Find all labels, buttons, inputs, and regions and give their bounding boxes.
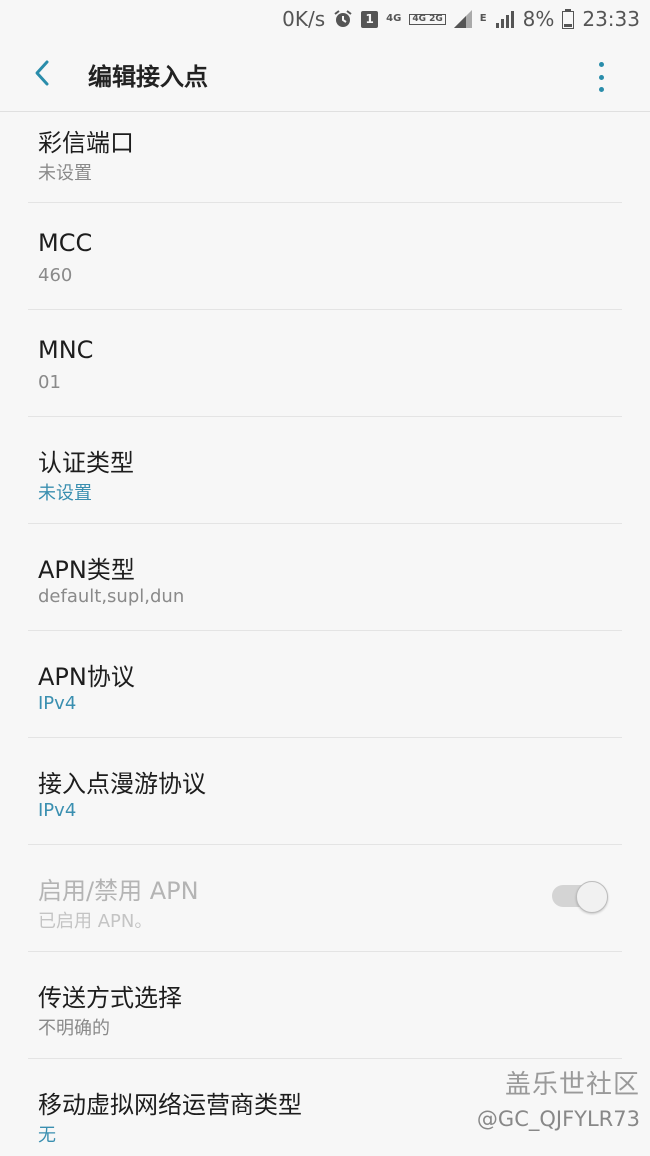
signal-icon-2 bbox=[495, 9, 515, 29]
watermark-logo: 盖乐世社区 bbox=[504, 1070, 640, 1100]
setting-value: 未设置 bbox=[38, 483, 92, 504]
setting-value: 无 bbox=[38, 1125, 56, 1146]
signal-icon bbox=[453, 10, 472, 28]
setting-value: 未设置 bbox=[38, 163, 92, 184]
setting-title: APN类型 bbox=[38, 556, 135, 584]
setting-value: 460 bbox=[38, 265, 73, 286]
setting-value: 01 bbox=[38, 372, 61, 393]
chevron-left-icon bbox=[32, 58, 52, 92]
status-bar: 0K/s 1 4G 4G 2G E 8% 23:33 bbox=[0, 0, 650, 38]
setting-value: IPv4 bbox=[38, 693, 77, 714]
setting-value: 已启用 APN。 bbox=[38, 911, 153, 932]
battery-percent: 8% bbox=[522, 7, 555, 31]
app-bar: 编辑接入点 bbox=[0, 38, 650, 112]
setting-title: 移动虚拟网络运营商类型 bbox=[38, 1091, 302, 1119]
watermark-user: @GC_QJFYLR73 bbox=[476, 1107, 640, 1131]
page-title: 编辑接入点 bbox=[88, 63, 208, 91]
setting-value: default,supl,dun bbox=[38, 586, 185, 607]
network-stack-label: 4G 2G bbox=[409, 13, 446, 25]
more-options-icon[interactable] bbox=[588, 62, 614, 92]
setting-title: MNC bbox=[38, 336, 94, 364]
setting-title: 认证类型 bbox=[38, 449, 134, 477]
setting-title: MCC bbox=[38, 229, 93, 257]
setting-enable-apn: 启用/禁用 APN 已启用 APN。 bbox=[28, 845, 622, 952]
setting-title: 启用/禁用 APN bbox=[38, 877, 199, 905]
setting-mms-port[interactable]: 彩信端口 未设置 bbox=[28, 113, 622, 203]
settings-list: 彩信端口 未设置 MCC 460 MNC 01 认证类型 未设置 APN类型 d… bbox=[0, 113, 650, 1156]
clock: 23:33 bbox=[582, 7, 640, 31]
setting-title: 接入点漫游协议 bbox=[38, 770, 206, 798]
setting-title: APN协议 bbox=[38, 663, 135, 691]
watermark: 盖乐世社区 @GC_QJFYLR73 bbox=[477, 1064, 640, 1131]
setting-roaming-protocol[interactable]: 接入点漫游协议 IPv4 bbox=[28, 738, 622, 845]
setting-title: 彩信端口 bbox=[38, 129, 134, 157]
enable-apn-toggle bbox=[550, 881, 608, 913]
network-4g-label: 4G bbox=[386, 13, 402, 24]
setting-mnc[interactable]: MNC 01 bbox=[28, 310, 622, 417]
setting-value: IPv4 bbox=[38, 800, 77, 821]
setting-apn-type[interactable]: APN类型 default,supl,dun bbox=[28, 524, 622, 631]
network-speed: 0K/s bbox=[282, 7, 326, 31]
setting-apn-protocol[interactable]: APN协议 IPv4 bbox=[28, 631, 622, 738]
network-e-label: E bbox=[479, 13, 487, 24]
setting-mcc[interactable]: MCC 460 bbox=[28, 203, 622, 310]
alarm-icon bbox=[333, 9, 353, 29]
sim-badge: 1 bbox=[361, 10, 379, 28]
setting-value: 不明确的 bbox=[38, 1018, 110, 1039]
setting-bearer[interactable]: 传送方式选择 不明确的 bbox=[28, 952, 622, 1059]
back-button[interactable] bbox=[0, 38, 88, 112]
setting-title: 传送方式选择 bbox=[38, 984, 182, 1012]
battery-icon bbox=[562, 9, 575, 29]
setting-auth-type[interactable]: 认证类型 未设置 bbox=[28, 417, 622, 524]
